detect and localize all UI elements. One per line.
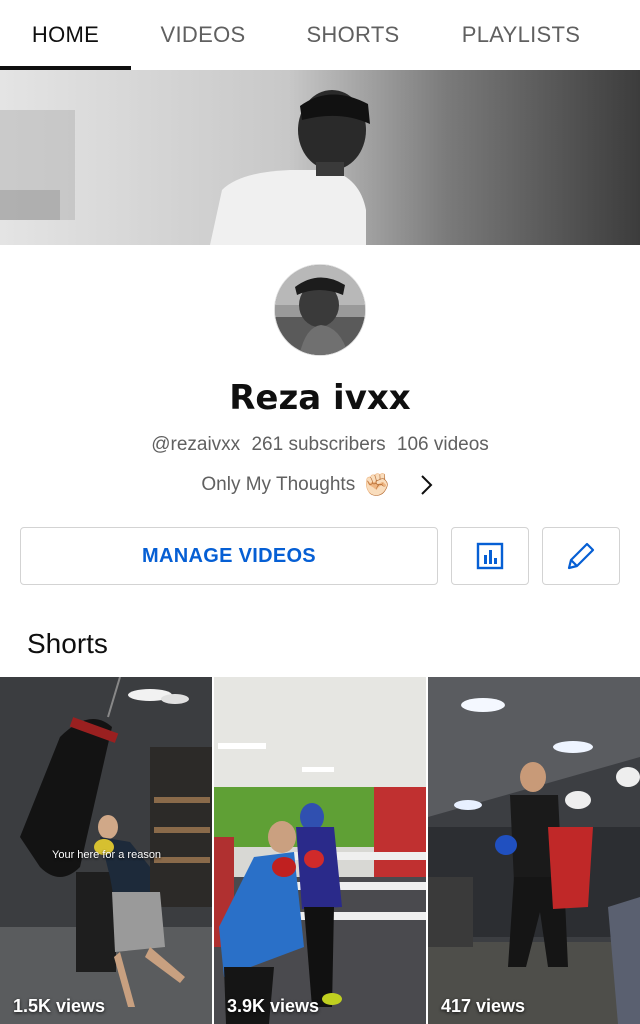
video-count: 106 videos bbox=[396, 434, 489, 455]
tab-home[interactable]: HOME bbox=[0, 0, 131, 70]
subscriber-count: 261 subscribers bbox=[251, 434, 386, 455]
channel-banner bbox=[0, 70, 640, 245]
channel-meta: @rezaivxx 261 subscribers 106 videos bbox=[0, 434, 640, 456]
channel-name: Reza ivxx bbox=[229, 378, 411, 418]
shorts-section-title: Shorts bbox=[27, 628, 108, 659]
tab-shorts[interactable]: SHORTS bbox=[290, 0, 416, 70]
short-thumbnail[interactable]: 417 views bbox=[428, 677, 640, 1024]
channel-handle[interactable]: @rezaivxx bbox=[151, 434, 240, 455]
short-overlay-text: Your here for a reason bbox=[52, 849, 162, 861]
manage-videos-button[interactable]: MANAGE VIDEOS bbox=[20, 527, 438, 585]
short-view-count: 1.5K views bbox=[13, 996, 106, 1016]
channel-tabs: HOME VIDEOS SHORTS PLAYLISTS bbox=[0, 0, 640, 70]
tab-videos[interactable]: VIDEOS bbox=[140, 0, 266, 70]
short-thumbnail[interactable]: 3.9K views bbox=[214, 677, 426, 1024]
chevron-right-icon bbox=[419, 471, 439, 499]
fist-emoji: ✊🏻 bbox=[363, 472, 391, 497]
short-view-count: 3.9K views bbox=[227, 996, 320, 1016]
channel-description: Only My Thoughts bbox=[201, 474, 356, 495]
pencil-icon bbox=[567, 542, 595, 570]
channel-avatar[interactable] bbox=[274, 264, 366, 356]
tab-playlists[interactable]: PLAYLISTS bbox=[440, 0, 602, 70]
analytics-button[interactable] bbox=[451, 527, 529, 585]
channel-description-row[interactable]: Only My Thoughts ✊🏻 bbox=[0, 471, 640, 499]
short-thumbnail[interactable]: Your here for a reason 1.5K views bbox=[0, 677, 212, 1024]
analytics-icon bbox=[476, 542, 504, 570]
short-view-count: 417 views bbox=[441, 996, 526, 1016]
edit-channel-button[interactable] bbox=[542, 527, 620, 585]
